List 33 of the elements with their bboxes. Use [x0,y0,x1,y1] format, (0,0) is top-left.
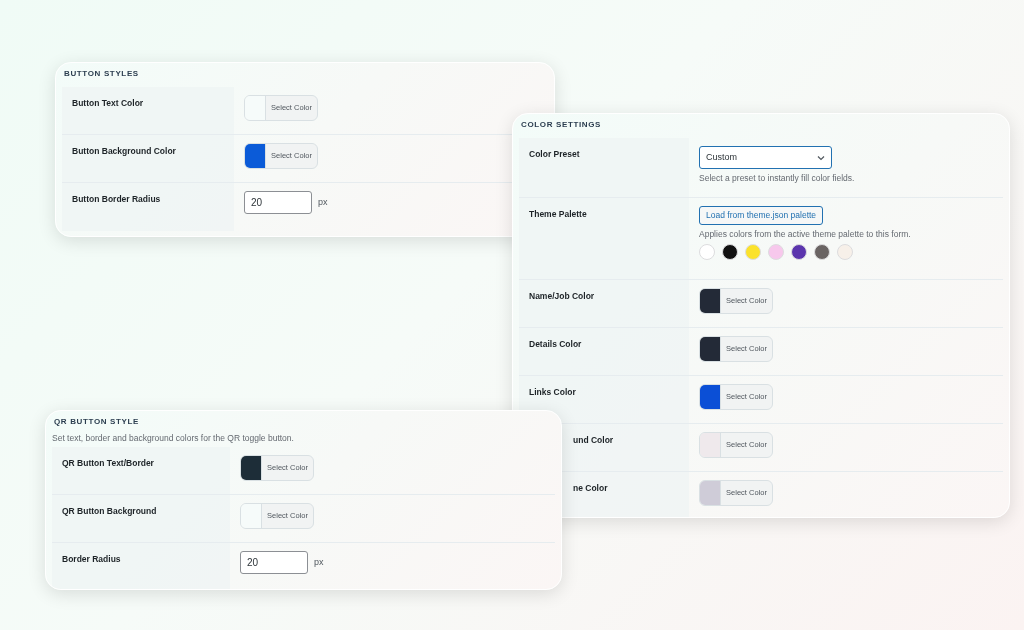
palette-swatch[interactable] [768,243,784,260]
section-title: COLOR SETTINGS [520,119,603,130]
unit-label: px [314,558,324,567]
palette-swatch[interactable] [837,243,853,260]
help-text: Select a preset to instantly fill color fields. [699,174,856,183]
field-label: Theme Palette [529,209,588,220]
section-title: BUTTON STYLES [63,68,140,79]
field-label: und Color [573,435,615,446]
palette-swatch[interactable] [814,243,830,260]
load-palette-button[interactable]: Load from theme.json palette [699,206,824,225]
field-label: Name/Job Color [529,291,596,302]
number-field[interactable]: 20 [244,191,312,214]
field-label: Button Border Radius [72,194,162,205]
preset-dropdown[interactable]: Custom [699,146,832,169]
section-description: Set text, border and background colors for the QR toggle button. [52,433,295,444]
number-field[interactable]: 20 [240,551,308,574]
palette-swatch[interactable] [745,243,761,260]
unit-label: px [318,198,328,207]
field-label: Button Background Color [72,146,177,157]
field-label: Border Radius [62,554,122,565]
palette-swatch[interactable] [791,243,807,260]
field-label: ne Color [573,483,609,494]
help-text: Applies colors from the active theme palette to this form. [699,230,911,239]
field-label: Details Color [529,339,583,350]
palette-swatch[interactable] [722,243,738,260]
field-label: Links Color [529,387,577,398]
chevron-down-icon [817,153,825,162]
field-label: Button Text Color [72,98,145,109]
section-title: QR BUTTON STYLE [53,416,140,427]
field-label: Color Preset [529,149,581,160]
field-label: QR Button Background [62,506,158,517]
palette-swatch[interactable] [699,243,715,260]
field-label: QR Button Text/Border [62,458,155,469]
